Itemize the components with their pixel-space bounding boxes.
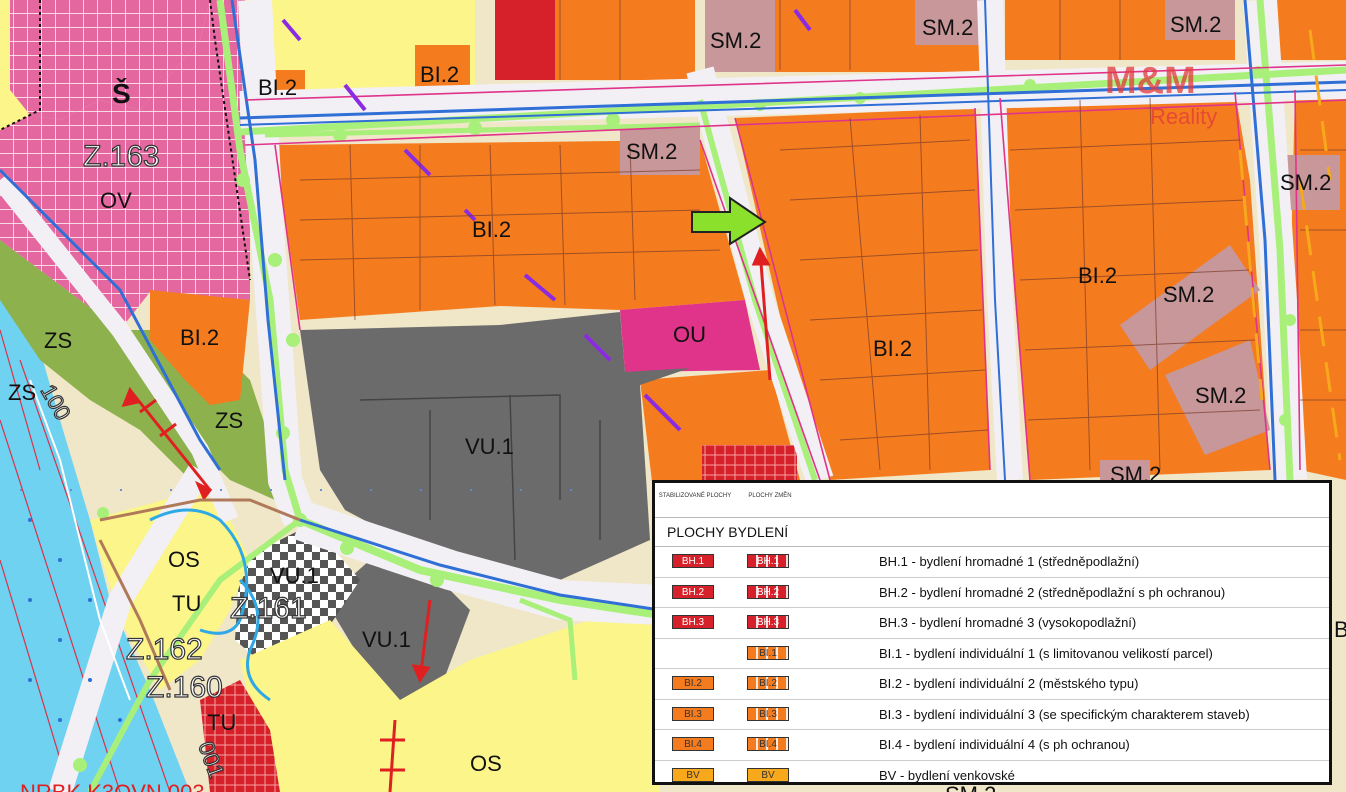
legend-row: BV BV BV - bydlení venkovské [655,761,1329,791]
legend-description: BI.1 - bydlení individuální 1 (s limitov… [879,645,1213,661]
label-sm2-b: SM.2 [922,15,973,40]
label-s: Š [112,77,131,109]
legend-col-stabilized: STABILIZOVANÉ PLOCHY [658,493,732,499]
legend-swatch-change: BH.3 [747,615,789,629]
legend-swatch-stabilized: BI.2 [672,676,714,690]
legend-row: BI.2 BI.2 BI.2 - bydlení individuální 2 … [655,669,1329,700]
legend-description: BH.1 - bydlení hromadné 1 (středněpodlaž… [879,554,1140,569]
legend-description: BH.2 - bydlení hromadné 2 (středněpodlaž… [879,584,1226,600]
label-os-2: OS [470,751,502,776]
legend-description: BV - bydlení venkovské [879,767,1015,783]
label-os-1: OS [168,547,200,572]
label-zs-2: ZS [8,380,36,405]
label-zs-3: ZS [215,408,243,433]
label-sm2-d: SM.2 [626,139,677,164]
label-vu1-main: VU.1 [465,434,514,459]
label-zs-1: ZS [44,328,72,353]
legend-row: BH.3 BH.3 BH.3 - bydlení hromadné 3 (vys… [655,608,1329,639]
label-bi2-center: BI.2 [472,217,511,242]
land-use-map[interactable]: M&M Reality Š Z.163 OV BI.2 BI.2 SM.2 SM… [0,0,1346,792]
label-ov: OV [100,188,132,213]
legend-swatch-stabilized: BV [672,767,714,782]
legend-header: STABILIZOVANÉ PLOCHY PLOCHY ZMĚN [655,483,1329,518]
legend-swatch-change: BI.3 [747,706,789,721]
label-sm2-f: SM.2 [1163,282,1214,307]
legend-row: BI.4 BI.4 BI.4 - bydlení individuální 4 … [655,730,1329,761]
legend-swatch-stabilized: BH.3 [672,615,714,629]
legend-swatch-stabilized: BH.2 [672,584,714,599]
legend-swatch-change: BV [747,767,789,782]
label-z163: Z.163 [83,140,160,173]
label-bottom-cut: NRBK K3OVN 003 [20,780,205,792]
legend-swatch-stabilized [672,646,714,660]
label-bh-cut: BH [1334,617,1346,642]
legend-description: BI.3 - bydlení individuální 3 (se specif… [879,706,1250,722]
label-bi2-top: BI.2 [420,62,459,87]
label-vu1-small: VU.1 [270,563,319,588]
label-bi2-mid: BI.2 [873,336,912,361]
legend-description: BI.2 - bydlení individuální 2 (městského… [879,676,1139,691]
legend-swatch-stabilized: BH.1 [672,554,714,568]
label-bi2-right: BI.2 [1078,263,1117,288]
label-vu1-bottom: VU.1 [362,627,411,652]
legend-description: BI.4 - bydlení individuální 4 (s ph ochr… [879,737,1130,752]
legend-section-title: PLOCHY BYDLENÍ [655,518,1329,547]
watermark-subtitle: Reality [1150,104,1217,129]
label-z162: Z.162 [126,633,203,666]
legend-row: BI.1 BI.1 - bydlení individuální 1 (s li… [655,639,1329,669]
legend-row: BI.3 BI.3 BI.3 - bydlení individuální 3 … [655,700,1329,730]
label-ou: OU [673,322,706,347]
label-tu-2: TU [207,710,236,735]
legend-description: BH.3 - bydlení hromadné 3 (vysokopodlažn… [879,615,1137,630]
label-tu-1: TU [172,591,201,616]
legend-swatch-change: BI.2 [747,676,789,690]
map-legend: STABILIZOVANÉ PLOCHY PLOCHY ZMĚN PLOCHY … [652,480,1332,785]
legend-swatch-change: BI.4 [747,737,789,751]
label-bi2-topleft: BI.2 [258,75,297,100]
legend-swatch-change: BH.2 [747,584,789,599]
bh-red-top [495,0,555,80]
watermark-logo: M&M [1105,60,1196,102]
label-sm2-g: SM.2 [1195,383,1246,408]
label-bi2-left: BI.2 [180,325,219,350]
legend-swatch-change: BI.1 [747,645,789,660]
legend-swatch-stabilized: BI.4 [672,737,714,751]
bh-red-small [702,445,797,482]
legend-row: BH.2 BH.2 BH.2 - bydlení hromadné 2 (stř… [655,578,1329,608]
label-z160: Z.160 [146,671,223,704]
label-sm2-a: SM.2 [710,28,761,53]
label-z161: Z.161 [230,592,307,625]
bi-orange-top-1 [555,0,695,80]
label-sm2-c: SM.2 [1170,12,1221,37]
label-sm2-e: SM.2 [1280,170,1331,195]
legend-swatch-change: BH.1 [747,554,789,568]
legend-col-changes: PLOCHY ZMĚN [748,493,792,499]
legend-row: BH.1 BH.1 BH.1 - bydlení hromadné 1 (stř… [655,547,1329,578]
legend-swatch-stabilized: BI.3 [672,706,714,721]
legend-rows: BH.1 BH.1 BH.1 - bydlení hromadné 1 (stř… [655,547,1329,790]
